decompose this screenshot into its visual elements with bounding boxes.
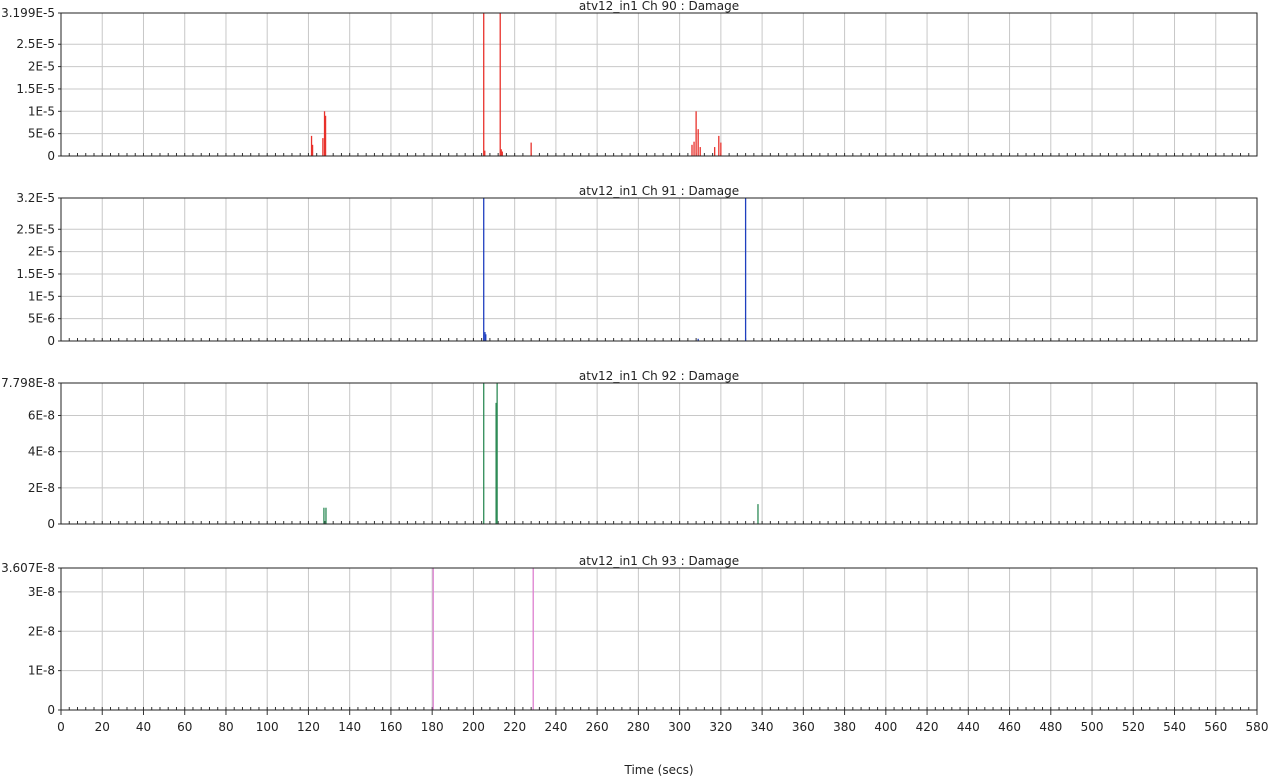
x-tick-label: 580 [1246, 720, 1269, 734]
series-0 [432, 568, 534, 710]
chart-panel-3: atv12_in1 Ch 93 : Damage 3.607E-8 3E-8 2E-8… [1, 554, 1258, 717]
x-tick-label: 360 [792, 720, 815, 734]
x-tick-label: 120 [297, 720, 320, 734]
x-tick-label: 160 [379, 720, 402, 734]
y-tick-label: 2.5E-5 [16, 37, 55, 51]
x-tick-label: 440 [957, 720, 980, 734]
y-tick-label: 3.2E-5 [16, 191, 55, 205]
y-tick-label: 0 [47, 149, 55, 163]
x-axis: 0 20 40 60 80 100 120 140 160 180 200 220 240 260 280 3… [57, 710, 1268, 777]
x-tick-label: 220 [503, 720, 526, 734]
y-tick-label: 2E-8 [28, 481, 55, 495]
plot-frame [60, 197, 1258, 342]
y-tick-label: 1E-5 [28, 289, 55, 303]
x-tick-label: 560 [1204, 720, 1227, 734]
y-tick-label: 1.5E-5 [16, 267, 55, 281]
x-tick-label: 300 [668, 720, 691, 734]
x-tick-label: 0 [57, 720, 65, 734]
y-tick-label: 2E-8 [28, 624, 55, 638]
x-tick-label: 320 [709, 720, 732, 734]
x-tick-label: 200 [462, 720, 485, 734]
x-tick-label: 60 [177, 720, 192, 734]
y-tick-label: 6E-8 [28, 409, 55, 423]
y-tick-label: 7.798E-8 [1, 376, 55, 390]
x-tick-label: 180 [421, 720, 444, 734]
y-tick-label: 2.5E-5 [16, 222, 55, 236]
y-tick-label: 1.5E-5 [16, 82, 55, 96]
chart-title: atv12_in1 Ch 93 : Damage [579, 554, 739, 568]
plot-frame [60, 567, 1258, 711]
x-tick-label: 540 [1163, 720, 1186, 734]
plot-frame [60, 12, 1258, 157]
y-tick-label: 0 [47, 334, 55, 348]
x-tick-label: 380 [833, 720, 856, 734]
x-axis-label: Time (secs) [623, 763, 693, 777]
y-tick-label: 2E-5 [28, 245, 55, 259]
x-tick-label: 80 [218, 720, 233, 734]
chart-title: atv12_in1 Ch 90 : Damage [579, 0, 739, 13]
x-tick-label: 400 [874, 720, 897, 734]
y-tick-label: 3.607E-8 [1, 561, 55, 575]
y-tick-label: 2E-5 [28, 60, 55, 74]
x-tick-label: 340 [751, 720, 774, 734]
y-tick-label: 1E-8 [28, 664, 55, 678]
x-tick-label: 480 [1039, 720, 1062, 734]
x-tick-label: 100 [256, 720, 279, 734]
chart-panel-1: atv12_in1 Ch 91 : Damage 3.2E-5 2.5E-5 2E-5… [16, 184, 1258, 348]
damage-chart-stack: atv12_in1 Ch 90 : Damage 3.199E-5 2.5E-5 2E… [1, 0, 1268, 777]
x-tick-label: 20 [95, 720, 110, 734]
x-tick-label: 240 [544, 720, 567, 734]
x-tick-label: 280 [627, 720, 650, 734]
x-tick-label: 260 [586, 720, 609, 734]
chart-panel-2: atv12_in1 Ch 92 : Damage 7.798E-8 6E-8 4E-8… [1, 369, 1258, 531]
x-tick-label: 420 [916, 720, 939, 734]
series-0 [323, 383, 759, 524]
x-tick-label: 40 [136, 720, 151, 734]
y-tick-label: 5E-6 [28, 127, 55, 141]
plot-frame [60, 382, 1258, 525]
y-tick-label: 0 [47, 517, 55, 531]
y-tick-label: 3.199E-5 [1, 6, 55, 20]
x-tick-label: 140 [338, 720, 361, 734]
y-tick-label: 5E-6 [28, 312, 55, 326]
chart-panel-0: atv12_in1 Ch 90 : Damage 3.199E-5 2.5E-5 2E… [1, 0, 1258, 163]
y-tick-label: 0 [47, 703, 55, 717]
x-tick-label: 520 [1122, 720, 1145, 734]
x-tick-label: 500 [1081, 720, 1104, 734]
chart-title: atv12_in1 Ch 92 : Damage [579, 369, 739, 383]
series-0 [483, 198, 747, 341]
y-tick-label: 3E-8 [28, 585, 55, 599]
y-tick-label: 4E-8 [28, 445, 55, 459]
series-0 [310, 13, 722, 156]
x-tick-label: 460 [998, 720, 1021, 734]
chart-title: atv12_in1 Ch 91 : Damage [579, 184, 739, 198]
y-tick-label: 1E-5 [28, 104, 55, 118]
